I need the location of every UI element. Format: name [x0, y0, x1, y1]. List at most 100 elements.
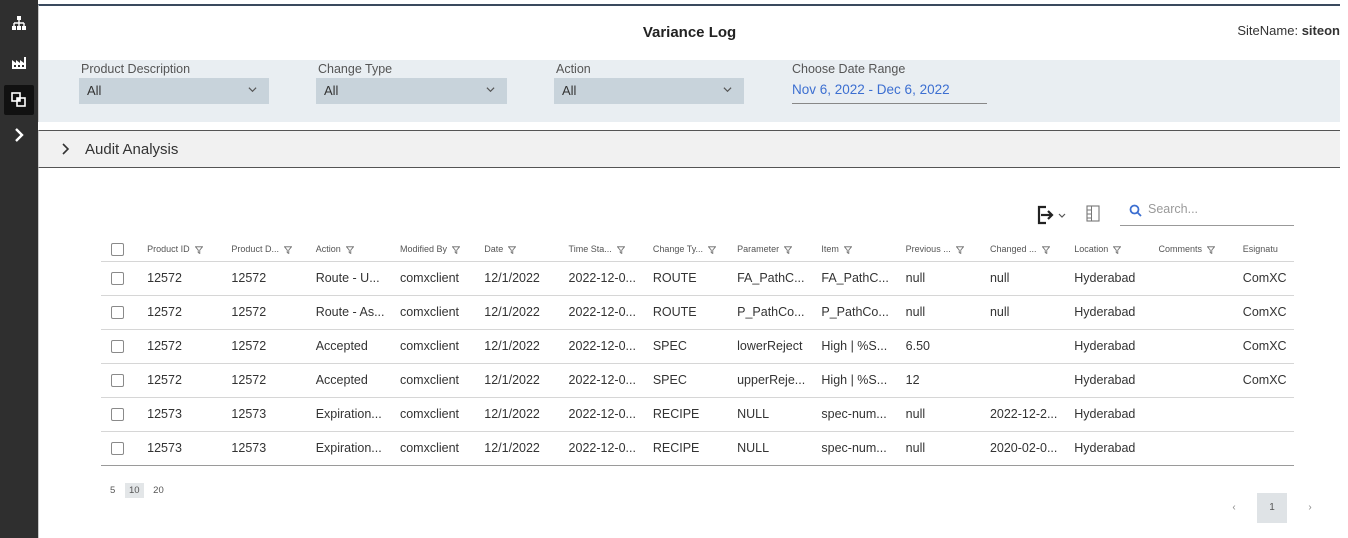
column-header-label: Parameter — [737, 244, 780, 255]
filter-icon[interactable] — [194, 246, 203, 254]
chevron-right-icon[interactable] — [61, 143, 71, 155]
layers-icon[interactable] — [4, 85, 34, 115]
column-header[interactable]: Action — [312, 238, 396, 261]
row-checkbox[interactable] — [111, 306, 124, 320]
table-cell: High | %S... — [817, 328, 902, 363]
row-checkbox[interactable] — [111, 340, 124, 354]
table-cell: SPEC — [648, 362, 734, 397]
page-size-option[interactable]: 5 — [106, 483, 119, 498]
row-checkbox[interactable] — [111, 442, 124, 456]
next-page-button[interactable]: › — [1295, 493, 1325, 523]
page-title: Variance Log — [642, 24, 737, 41]
site-name-value: siteon — [1301, 23, 1340, 38]
table-cell: SPEC — [648, 328, 734, 363]
filter-icon[interactable] — [955, 246, 964, 254]
page-number-button[interactable]: 1 — [1257, 493, 1287, 523]
filter-icon[interactable] — [843, 246, 852, 254]
page-size-option-selected[interactable]: 10 — [124, 483, 144, 498]
column-header[interactable]: Location — [1070, 238, 1154, 261]
date-range-picker[interactable]: Nov 6, 2022 - Dec 6, 2022 — [792, 82, 987, 104]
table-cell: Accepted — [311, 362, 396, 397]
column-header[interactable]: Change Ty... — [649, 238, 733, 261]
row-select-cell — [101, 328, 144, 363]
page-header: Variance Log SiteName: siteon — [38, 4, 1340, 60]
filter-icon[interactable] — [616, 246, 625, 254]
column-header[interactable]: Time Sta... — [565, 238, 649, 261]
table-cell — [1154, 430, 1239, 466]
page-size-option[interactable]: 20 — [149, 483, 168, 498]
column-header[interactable]: Item — [817, 238, 901, 261]
table-cell: upperReje... — [733, 362, 818, 397]
column-header[interactable]: Changed ... — [986, 238, 1070, 261]
table-cell: Route - As... — [311, 294, 396, 329]
row-checkbox[interactable] — [111, 272, 124, 286]
select-all-checkbox[interactable] — [111, 242, 124, 256]
table-cell: 12/1/2022 — [480, 430, 565, 466]
prev-page-button[interactable]: ‹ — [1219, 493, 1249, 523]
row-select-cell — [101, 260, 144, 295]
table-cell: null — [985, 294, 1071, 329]
column-header[interactable]: Comments — [1155, 238, 1239, 261]
table-row[interactable]: 12573 12573 Expiration... comxclient 12/1/20… — [101, 396, 1294, 431]
table-row[interactable]: 12572 12572 Accepted comxclient 12/1/2022 202… — [101, 328, 1294, 363]
export-button[interactable] — [1035, 204, 1067, 226]
chevron-right-icon[interactable] — [8, 124, 30, 146]
table-cell: NULL — [733, 430, 818, 466]
table-row[interactable]: 12572 12572 Route - U... comxclient 12/1/202… — [101, 260, 1294, 295]
hierarchy-icon[interactable] — [8, 12, 30, 34]
table-row[interactable]: 12573 12573 Expiration... comxclient 12/1/20… — [101, 430, 1294, 466]
table-row[interactable]: 12572 12572 Accepted comxclient 12/1/2022 202… — [101, 362, 1294, 397]
table-cell: 12573 — [143, 396, 228, 431]
table-cell: 12 — [901, 362, 986, 397]
search-box[interactable] — [1120, 198, 1294, 226]
column-header-label: Modified By — [399, 244, 448, 255]
table-cell: comxclient — [395, 328, 481, 363]
column-header[interactable]: Date — [480, 238, 564, 261]
column-chooser-button[interactable] — [1085, 204, 1103, 224]
table-cell: comxclient — [395, 294, 481, 329]
table-cell: RECIPE — [648, 430, 734, 466]
action-label: Action — [556, 62, 591, 76]
columns-icon — [1086, 205, 1100, 222]
table-cell: Hyderabad — [1070, 396, 1155, 431]
column-header[interactable]: Previous ... — [902, 238, 986, 261]
filter-icon[interactable] — [345, 246, 354, 254]
column-header[interactable]: Esignatu — [1239, 238, 1294, 261]
table-cell: Hyderabad — [1070, 260, 1155, 295]
filter-icon[interactable] — [1041, 246, 1050, 254]
table-header-row: Product ID Product D... Action Modified … — [101, 238, 1294, 261]
filter-icon[interactable] — [1207, 246, 1216, 254]
column-header[interactable]: Modified By — [396, 238, 480, 261]
page-size-selector: 5 10 20 — [106, 483, 171, 498]
filter-icon[interactable] — [784, 246, 793, 254]
column-header[interactable]: Product D... — [227, 238, 311, 261]
table-cell: 2022-12-2... — [985, 396, 1071, 431]
filter-icon[interactable] — [508, 246, 517, 254]
column-header[interactable]: Parameter — [733, 238, 817, 261]
table-cell — [1154, 362, 1239, 397]
table-cell — [1154, 328, 1239, 363]
factory-icon[interactable] — [8, 52, 30, 74]
main-content: Product ID Product D... Action Modified … — [38, 168, 1340, 538]
filter-icon[interactable] — [452, 246, 461, 254]
row-checkbox[interactable] — [111, 408, 124, 422]
table-cell: ComXC — [1238, 294, 1294, 329]
row-select-cell — [101, 294, 144, 329]
change-type-select[interactable]: All — [316, 78, 507, 104]
table-row[interactable]: 12572 12572 Route - As... comxclient 12/1/20… — [101, 294, 1294, 329]
product-description-select[interactable]: All — [79, 78, 269, 104]
table-cell: lowerReject — [733, 328, 818, 363]
search-input[interactable] — [1148, 202, 1288, 216]
audit-analysis-panel[interactable]: Audit Analysis — [38, 130, 1340, 168]
table-cell: 2022-12-0... — [564, 362, 649, 397]
filter-icon[interactable] — [708, 246, 717, 254]
table-cell: Hyderabad — [1070, 362, 1155, 397]
filter-icon[interactable] — [283, 246, 292, 254]
table-cell: 12572 — [143, 328, 228, 363]
column-header-label: Time Sta... — [568, 244, 612, 255]
column-header[interactable]: Product ID — [143, 238, 227, 261]
action-value: All — [562, 83, 577, 98]
filter-icon[interactable] — [1113, 246, 1122, 254]
action-select[interactable]: All — [554, 78, 744, 104]
row-checkbox[interactable] — [111, 374, 124, 388]
